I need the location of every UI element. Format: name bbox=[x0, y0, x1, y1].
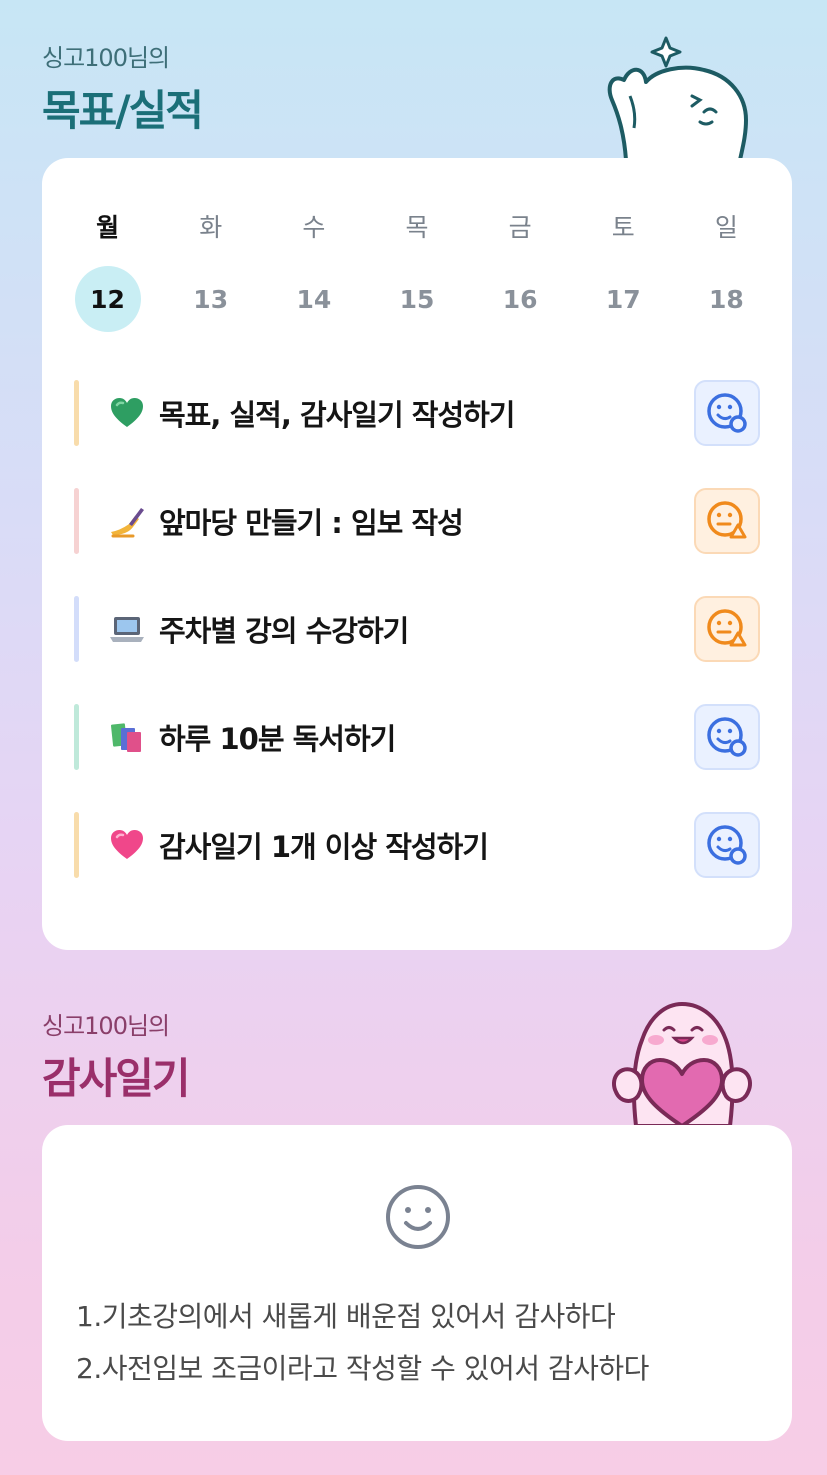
task-color-bar bbox=[74, 704, 79, 770]
task-color-bar bbox=[74, 596, 79, 662]
weekday-thu: 목 bbox=[405, 213, 429, 242]
goal-subtitle: 싱고100님의 bbox=[42, 44, 170, 72]
date-14[interactable]: 14 bbox=[262, 266, 365, 332]
date-17[interactable]: 17 bbox=[572, 266, 675, 332]
smile-warning-icon bbox=[707, 609, 747, 647]
task-color-bar bbox=[74, 380, 79, 446]
smile-warning-icon bbox=[707, 501, 747, 539]
smile-check-icon bbox=[707, 393, 747, 433]
heart-mascot-illustration bbox=[612, 1002, 752, 1126]
thanks-section-header: 싱고100님의 감사일기 bbox=[42, 1006, 191, 1106]
date-12[interactable]: 12 bbox=[56, 266, 159, 332]
status-good-button[interactable] bbox=[694, 704, 760, 770]
writing-hand-icon bbox=[109, 503, 145, 539]
task-label: 감사일기 1개 이상 작성하기 bbox=[159, 830, 489, 864]
date-row: 12 13 14 15 16 17 18 bbox=[56, 266, 778, 332]
task-color-bar bbox=[74, 812, 79, 878]
weekday-mon: 월 bbox=[96, 213, 120, 242]
smile-check-icon bbox=[707, 825, 747, 865]
weekday-row: 월 화 수 목 금 토 일 bbox=[56, 208, 778, 244]
goal-section-header: 싱고100님의 목표/실적 bbox=[42, 38, 204, 138]
task-label: 하루 10분 독서하기 bbox=[159, 722, 396, 756]
goal-title: 목표/실적 bbox=[42, 86, 204, 135]
thanks-entry: 2.사전임보 조금이라고 작성할 수 있어서 감사하다 bbox=[76, 1352, 649, 1385]
task-label: 주차별 강의 수강하기 bbox=[159, 614, 409, 648]
date-15[interactable]: 15 bbox=[365, 266, 468, 332]
task-item[interactable]: 주차별 강의 수강하기 bbox=[74, 596, 760, 662]
goal-card: 월 화 수 목 금 토 일 12 13 14 15 16 17 18 목표, 실… bbox=[42, 158, 792, 950]
green-heart-icon bbox=[109, 395, 145, 431]
books-icon bbox=[109, 719, 145, 755]
weekday-fri: 금 bbox=[508, 213, 532, 242]
date-18[interactable]: 18 bbox=[675, 266, 778, 332]
status-warning-button[interactable] bbox=[694, 596, 760, 662]
weekday-sat: 토 bbox=[611, 213, 635, 242]
pink-heart-icon bbox=[109, 827, 145, 863]
task-item[interactable]: 목표, 실적, 감사일기 작성하기 bbox=[74, 380, 760, 446]
date-16[interactable]: 16 bbox=[469, 266, 572, 332]
smile-check-icon bbox=[707, 717, 747, 757]
laptop-icon bbox=[109, 611, 145, 647]
thanks-title: 감사일기 bbox=[42, 1054, 191, 1103]
date-13[interactable]: 13 bbox=[159, 266, 262, 332]
task-label: 앞마당 만들기 : 임보 작성 bbox=[159, 506, 464, 540]
task-item[interactable]: 감사일기 1개 이상 작성하기 bbox=[74, 812, 760, 878]
thanks-entry: 1.기초강의에서 새롭게 배운점 있어서 감사하다 bbox=[76, 1300, 616, 1333]
weekday-wed: 수 bbox=[302, 213, 326, 242]
weekday-sun: 일 bbox=[714, 213, 738, 242]
status-good-button[interactable] bbox=[694, 812, 760, 878]
thanks-subtitle: 싱고100님의 bbox=[42, 1012, 170, 1040]
thanks-card: 1.기초강의에서 새롭게 배운점 있어서 감사하다 2.사전임보 조금이라고 작… bbox=[42, 1125, 792, 1441]
task-label: 목표, 실적, 감사일기 작성하기 bbox=[159, 398, 515, 432]
weekday-tue: 화 bbox=[199, 213, 223, 242]
task-item[interactable]: 하루 10분 독서하기 bbox=[74, 704, 760, 770]
status-warning-button[interactable] bbox=[694, 488, 760, 554]
task-color-bar bbox=[74, 488, 79, 554]
task-item[interactable]: 앞마당 만들기 : 임보 작성 bbox=[74, 488, 760, 554]
status-good-button[interactable] bbox=[694, 380, 760, 446]
waving-mascot-illustration bbox=[607, 36, 748, 160]
smile-face-icon bbox=[386, 1185, 450, 1249]
